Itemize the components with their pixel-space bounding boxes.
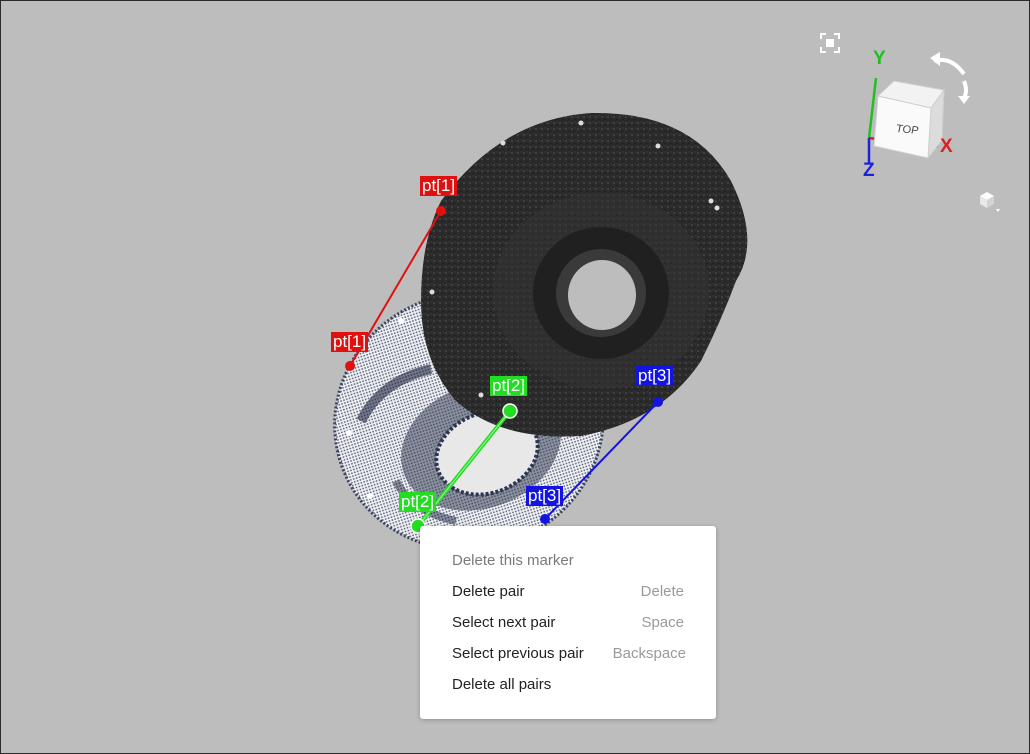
axis-z-label: Z — [863, 160, 875, 181]
menu-item-label: Delete all pairs — [452, 676, 552, 693]
context-menu: Delete this marker Delete pair Delete Se… — [420, 526, 716, 719]
menu-item-select-next-pair[interactable]: Select next pair Space — [420, 609, 716, 637]
menu-item-delete-marker[interactable]: Delete this marker — [420, 547, 716, 575]
menu-item-shortcut: Delete — [640, 583, 684, 600]
marker-label-3a[interactable]: pt[3] — [636, 366, 674, 386]
marker-label-1b[interactable]: pt[1] — [331, 332, 369, 352]
menu-item-label: Select next pair — [452, 614, 556, 631]
camera-mode-icon[interactable] — [976, 189, 1002, 215]
3d-viewport[interactable]: pt[1] pt[1] pt[2] pt[2] pt[3] pt[3] TOP … — [0, 0, 1030, 754]
menu-item-label: Delete pair — [452, 583, 525, 600]
menu-item-select-previous-pair[interactable]: Select previous pair Backspace — [420, 640, 716, 668]
menu-item-delete-pair[interactable]: Delete pair Delete — [420, 578, 716, 606]
menu-item-shortcut: Space — [641, 614, 684, 631]
marker-point-2a[interactable] — [502, 403, 518, 419]
menu-item-label: Delete this marker — [452, 552, 574, 569]
marker-label-2b[interactable]: pt[2] — [399, 492, 437, 512]
marker-point-3a[interactable] — [653, 397, 663, 407]
menu-item-shortcut: Backspace — [612, 645, 686, 662]
point-cloud-housing — [421, 112, 748, 437]
marker-label-3b[interactable]: pt[3] — [526, 486, 564, 506]
marker-point-1b[interactable] — [345, 361, 355, 371]
fit-view-icon[interactable] — [819, 32, 841, 54]
menu-item-delete-all-pairs[interactable]: Delete all pairs — [420, 671, 716, 699]
menu-item-label: Select previous pair — [452, 645, 584, 662]
view-cube-gizmo[interactable]: TOP Y X Z — [856, 46, 981, 186]
marker-label-1a[interactable]: pt[1] — [420, 176, 458, 196]
axis-y-label: Y — [873, 48, 886, 69]
marker-point-1a[interactable] — [436, 206, 446, 216]
view-cube-top-label[interactable]: TOP — [896, 123, 918, 137]
axis-x-label: X — [940, 136, 953, 157]
marker-label-2a[interactable]: pt[2] — [490, 376, 528, 396]
marker-point-3b[interactable] — [540, 514, 550, 524]
view-cube[interactable] — [873, 80, 945, 160]
